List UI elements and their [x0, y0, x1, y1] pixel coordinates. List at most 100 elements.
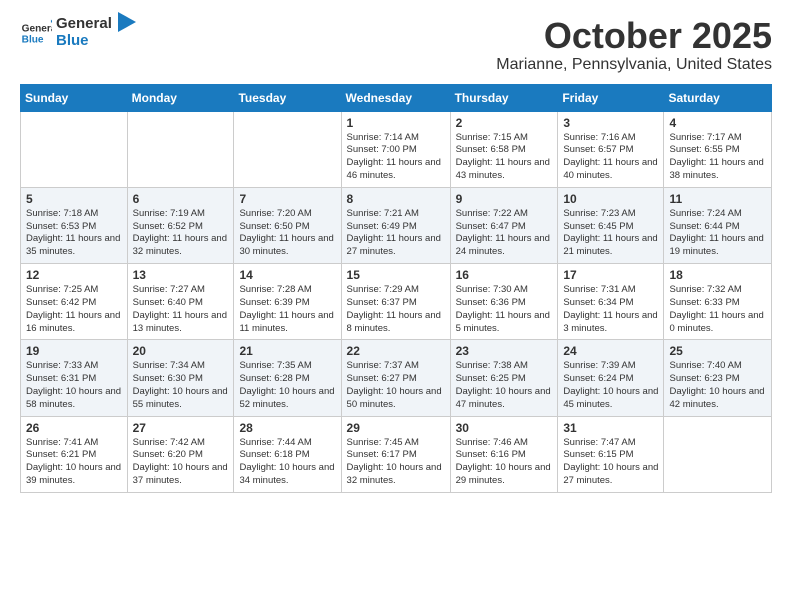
calendar-cell: 5Sunrise: 7:18 AMSunset: 6:53 PMDaylight…: [21, 187, 128, 263]
calendar-cell: [234, 111, 341, 187]
day-number: 23: [456, 344, 553, 358]
calendar-cell: [664, 416, 772, 492]
day-info: Sunrise: 7:37 AMSunset: 6:27 PMDaylight:…: [347, 360, 445, 411]
day-info: Sunrise: 7:29 AMSunset: 6:37 PMDaylight:…: [347, 284, 445, 335]
calendar-cell: 21Sunrise: 7:35 AMSunset: 6:28 PMDayligh…: [234, 340, 341, 416]
calendar-cell: 10 Sunrise: 7:23 AMSunset: 6:45 PMDayligh…: [558, 187, 664, 263]
svg-text:General: General: [22, 23, 52, 34]
header: General Blue General Blue October 2025 M…: [20, 16, 772, 74]
day-info: Sunrise: 7:21 AMSunset: 6:49 PMDaylight:…: [347, 208, 445, 259]
calendar-table: Sunday Monday Tuesday Wednesday Thursday…: [20, 84, 772, 493]
day-number: 31: [563, 421, 658, 435]
col-friday: Friday: [558, 84, 664, 111]
logo: General Blue General Blue: [20, 16, 136, 49]
day-info: Sunrise: 7:24 AMSunset: 6:44 PMDaylight:…: [669, 208, 766, 259]
day-info: Sunrise: 7:46 AMSunset: 6:16 PMDaylight:…: [456, 437, 553, 488]
day-info: Sunrise: 7:32 AMSunset: 6:33 PMDaylight:…: [669, 284, 766, 335]
calendar-week-row: 26 Sunrise: 7:41 AMSunset: 6:21 PMDayligh…: [21, 416, 772, 492]
day-info: Sunrise: 7:19 AMSunset: 6:52 PMDaylight:…: [133, 208, 229, 259]
day-info: Sunrise: 7:16 AMSunset: 6:57 PMDaylight:…: [563, 132, 658, 183]
day-number: 26: [26, 421, 122, 435]
calendar-cell: 7Sunrise: 7:20 AMSunset: 6:50 PMDaylight…: [234, 187, 341, 263]
day-info: Sunrise: 7:34 AMSunset: 6:30 PMDaylight:…: [133, 360, 229, 411]
calendar-cell: 28Sunrise: 7:44 AMSunset: 6:18 PMDayligh…: [234, 416, 341, 492]
calendar-cell: 26 Sunrise: 7:41 AMSunset: 6:21 PMDayligh…: [21, 416, 128, 492]
logo-general: General: [56, 16, 112, 33]
calendar-cell: 19Sunrise: 7:33 AMSunset: 6:31 PMDayligh…: [21, 340, 128, 416]
day-info: Sunrise: 7:14 AMSunset: 7:00 PMDaylight:…: [347, 132, 445, 183]
calendar-header-row: Sunday Monday Tuesday Wednesday Thursday…: [21, 84, 772, 111]
day-number: 10: [563, 192, 658, 206]
day-number: 13: [133, 268, 229, 282]
calendar-cell: [127, 111, 234, 187]
day-number: 6: [133, 192, 229, 206]
calendar-cell: 15 Sunrise: 7:29 AMSunset: 6:37 PMDayligh…: [341, 264, 450, 340]
calendar-cell: 17 Sunrise: 7:31 AMSunset: 6:34 PMDayligh…: [558, 264, 664, 340]
day-info: Sunrise: 7:38 AMSunset: 6:25 PMDaylight:…: [456, 360, 553, 411]
day-number: 24: [563, 344, 658, 358]
logo-blue: Blue: [56, 33, 112, 50]
logo-icon: General Blue: [20, 19, 52, 47]
day-number: 29: [347, 421, 445, 435]
day-info: Sunrise: 7:30 AMSunset: 6:36 PMDaylight:…: [456, 284, 553, 335]
day-number: 15: [347, 268, 445, 282]
day-info: Sunrise: 7:22 AMSunset: 6:47 PMDaylight:…: [456, 208, 553, 259]
calendar-cell: 18 Sunrise: 7:32 AMSunset: 6:33 PMDayligh…: [664, 264, 772, 340]
calendar-cell: 9 Sunrise: 7:22 AMSunset: 6:47 PMDaylight…: [450, 187, 558, 263]
col-sunday: Sunday: [21, 84, 128, 111]
day-info: Sunrise: 7:31 AMSunset: 6:34 PMDaylight:…: [563, 284, 658, 335]
day-info: Sunrise: 7:20 AMSunset: 6:50 PMDaylight:…: [239, 208, 335, 259]
day-number: 11: [669, 192, 766, 206]
day-info: Sunrise: 7:23 AMSunset: 6:45 PMDaylight:…: [563, 208, 658, 259]
col-saturday: Saturday: [664, 84, 772, 111]
day-info: Sunrise: 7:17 AMSunset: 6:55 PMDaylight:…: [669, 132, 766, 183]
day-info: Sunrise: 7:25 AMSunset: 6:42 PMDaylight:…: [26, 284, 122, 335]
day-info: Sunrise: 7:41 AMSunset: 6:21 PMDaylight:…: [26, 437, 122, 488]
day-number: 19: [26, 344, 122, 358]
title-block: October 2025 Marianne, Pennsylvania, Uni…: [496, 16, 772, 74]
day-info: Sunrise: 7:44 AMSunset: 6:18 PMDaylight:…: [239, 437, 335, 488]
day-info: Sunrise: 7:28 AMSunset: 6:39 PMDaylight:…: [239, 284, 335, 335]
day-number: 1: [347, 116, 445, 130]
calendar-cell: 6 Sunrise: 7:19 AMSunset: 6:52 PMDaylight…: [127, 187, 234, 263]
calendar-cell: 14 Sunrise: 7:28 AMSunset: 6:39 PMDayligh…: [234, 264, 341, 340]
day-info: Sunrise: 7:42 AMSunset: 6:20 PMDaylight:…: [133, 437, 229, 488]
day-number: 21: [239, 344, 335, 358]
day-number: 30: [456, 421, 553, 435]
day-info: Sunrise: 7:45 AMSunset: 6:17 PMDaylight:…: [347, 437, 445, 488]
day-number: 18: [669, 268, 766, 282]
calendar-cell: 3 Sunrise: 7:16 AMSunset: 6:57 PMDaylight…: [558, 111, 664, 187]
day-number: 27: [133, 421, 229, 435]
calendar-cell: 22Sunrise: 7:37 AMSunset: 6:27 PMDayligh…: [341, 340, 450, 416]
day-number: 17: [563, 268, 658, 282]
day-number: 16: [456, 268, 553, 282]
day-number: 2: [456, 116, 553, 130]
calendar-week-row: 19Sunrise: 7:33 AMSunset: 6:31 PMDayligh…: [21, 340, 772, 416]
day-number: 8: [347, 192, 445, 206]
calendar-cell: 11 Sunrise: 7:24 AMSunset: 6:44 PMDayligh…: [664, 187, 772, 263]
calendar-cell: 23 Sunrise: 7:38 AMSunset: 6:25 PMDayligh…: [450, 340, 558, 416]
day-number: 12: [26, 268, 122, 282]
day-number: 14: [239, 268, 335, 282]
calendar-week-row: 12 Sunrise: 7:25 AMSunset: 6:42 PMDayligh…: [21, 264, 772, 340]
calendar-week-row: 1 Sunrise: 7:14 AMSunset: 7:00 PMDaylight…: [21, 111, 772, 187]
calendar-cell: 30 Sunrise: 7:46 AMSunset: 6:16 PMDayligh…: [450, 416, 558, 492]
page: General Blue General Blue October 2025 M…: [0, 0, 792, 612]
day-info: Sunrise: 7:40 AMSunset: 6:23 PMDaylight:…: [669, 360, 766, 411]
calendar-cell: 16 Sunrise: 7:30 AMSunset: 6:36 PMDayligh…: [450, 264, 558, 340]
col-tuesday: Tuesday: [234, 84, 341, 111]
day-number: 20: [133, 344, 229, 358]
calendar-subtitle: Marianne, Pennsylvania, United States: [496, 56, 772, 74]
day-number: 9: [456, 192, 553, 206]
calendar-title: October 2025: [496, 16, 772, 56]
day-info: Sunrise: 7:15 AMSunset: 6:58 PMDaylight:…: [456, 132, 553, 183]
day-info: Sunrise: 7:47 AMSunset: 6:15 PMDaylight:…: [563, 437, 658, 488]
svg-text:Blue: Blue: [22, 34, 44, 45]
calendar-cell: 1 Sunrise: 7:14 AMSunset: 7:00 PMDaylight…: [341, 111, 450, 187]
calendar-cell: 4Sunrise: 7:17 AMSunset: 6:55 PMDaylight…: [664, 111, 772, 187]
day-number: 3: [563, 116, 658, 130]
calendar-cell: [21, 111, 128, 187]
col-wednesday: Wednesday: [341, 84, 450, 111]
calendar-cell: 2 Sunrise: 7:15 AMSunset: 6:58 PMDaylight…: [450, 111, 558, 187]
calendar-cell: 13Sunrise: 7:27 AMSunset: 6:40 PMDayligh…: [127, 264, 234, 340]
